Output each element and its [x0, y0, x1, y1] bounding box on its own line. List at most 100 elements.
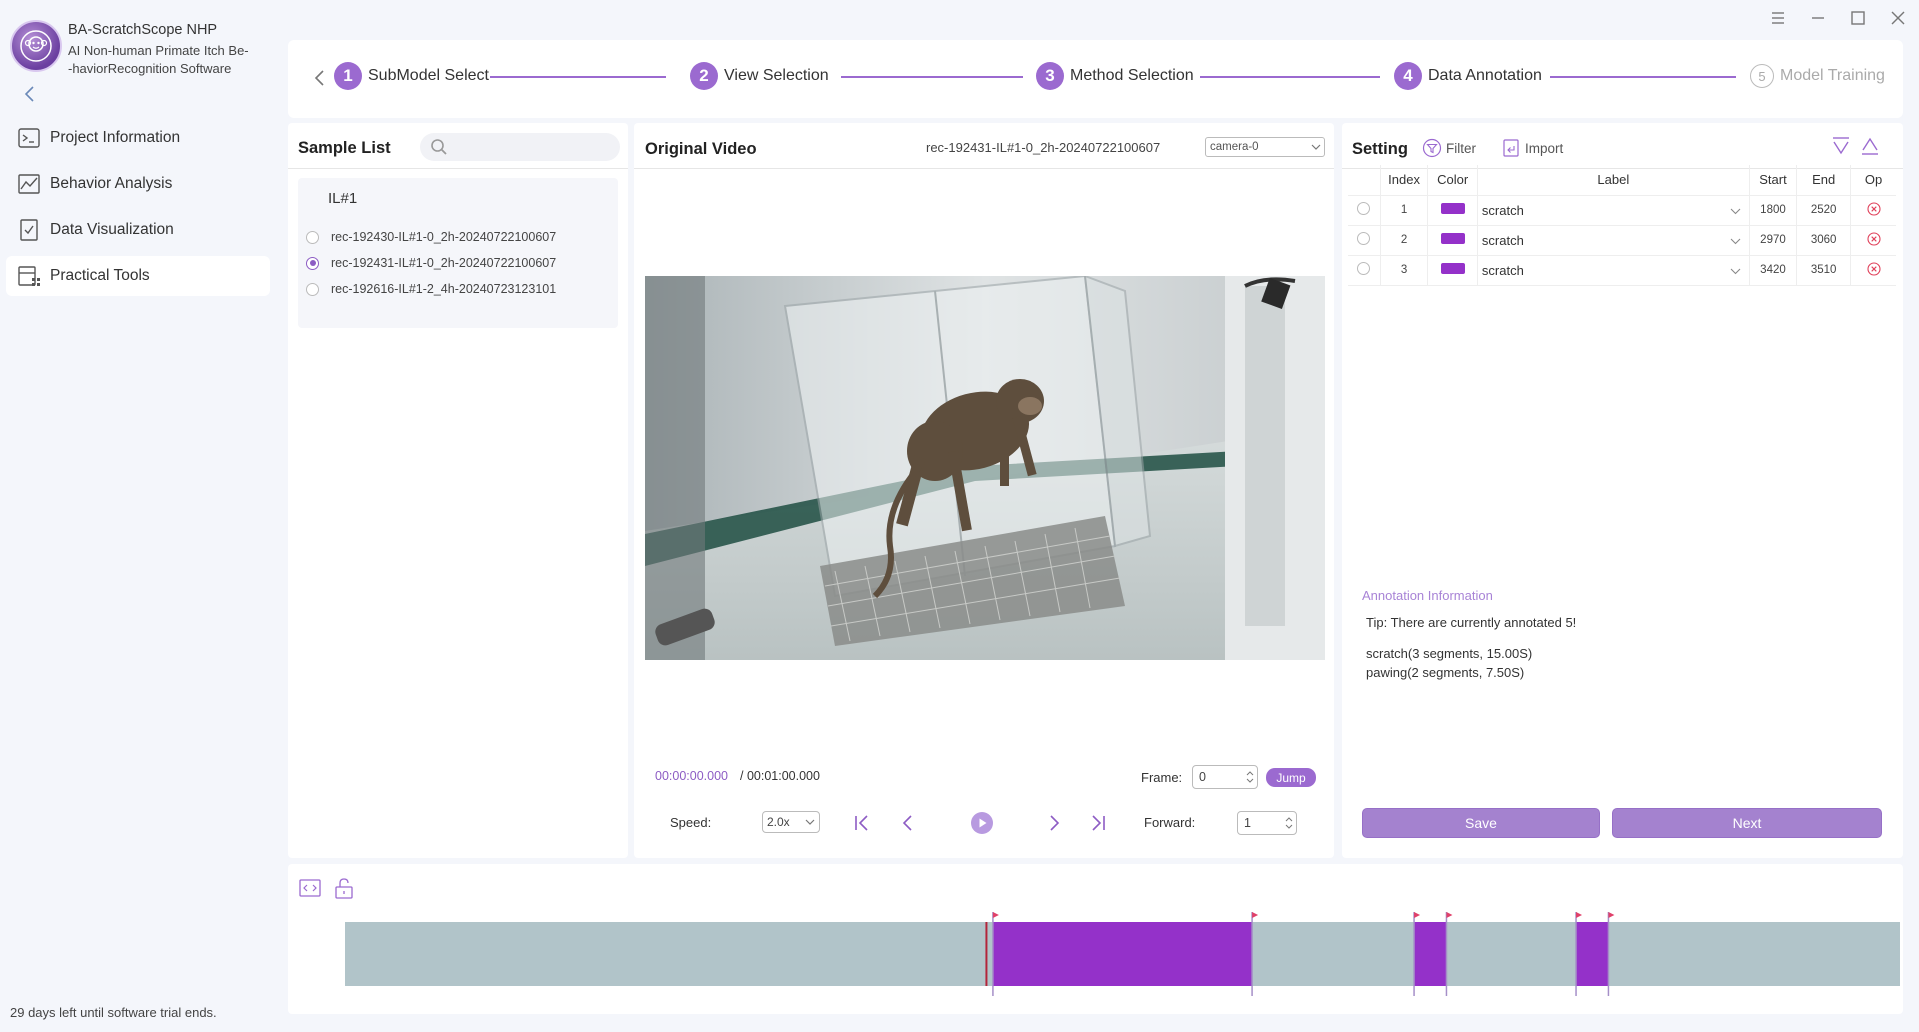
chevron-down-icon [1730, 208, 1741, 214]
tools-icon [18, 266, 40, 286]
delete-icon[interactable] [1867, 201, 1881, 216]
step-view-selection[interactable]: 2 View Selection [690, 62, 829, 90]
collapse-sidebar-icon[interactable] [20, 84, 40, 104]
step-method-selection[interactable]: 3 Method Selection [1036, 62, 1194, 90]
label-select[interactable]: scratch [1476, 195, 1750, 226]
sample-item-selected[interactable]: rec-192431-IL#1-0_2h-20240722100607 [306, 256, 556, 270]
sample-item-label: rec-192430-IL#1-0_2h-20240722100607 [331, 230, 557, 244]
import-button[interactable]: Import [1501, 138, 1563, 158]
sample-radio[interactable] [306, 230, 319, 244]
label-select[interactable]: scratch [1476, 255, 1750, 286]
nav-item-project-information[interactable]: Project Information [6, 118, 270, 158]
speed-select[interactable]: 2.0x [762, 811, 820, 833]
step-number: 2 [690, 62, 718, 90]
stepper-arrows-icon[interactable] [1246, 769, 1254, 785]
frame-input[interactable]: 0 [1192, 765, 1258, 789]
previous-frame-icon[interactable] [896, 811, 920, 835]
delete-icon[interactable] [1867, 261, 1881, 276]
maximize-icon[interactable] [1848, 8, 1868, 28]
annotation-stat: scratch(3 segments, 15.00S) [1366, 646, 1533, 661]
segment-flag-marker[interactable] [992, 912, 999, 918]
table-row[interactable]: 3 scratch 3420 3510 [1348, 255, 1896, 286]
sample-item-label: rec-192431-IL#1-0_2h-20240722100607 [331, 256, 557, 270]
start-cell[interactable]: 2970 [1748, 225, 1797, 256]
stepper-arrows-icon[interactable] [1285, 815, 1293, 831]
color-swatch[interactable] [1440, 203, 1465, 214]
color-cell[interactable] [1427, 225, 1478, 256]
segment-flag-marker[interactable] [1608, 912, 1615, 918]
minimize-icon[interactable] [1808, 8, 1828, 28]
delete-icon[interactable] [1867, 231, 1881, 246]
step-connector [1200, 76, 1380, 78]
video-player[interactable] [645, 276, 1325, 660]
nav-item-practical-tools[interactable]: Practical Tools [6, 256, 270, 296]
step-submodel-select[interactable]: 1 SubModel Select [334, 62, 489, 90]
table-row[interactable]: 2 scratch 2970 3060 [1348, 225, 1896, 256]
sample-item[interactable]: rec-192616-IL#1-2_4h-20240723123101 [306, 282, 556, 296]
column-header-select [1348, 165, 1381, 196]
end-cell[interactable]: 2520 [1796, 195, 1851, 226]
step-number: 1 [334, 62, 362, 90]
sample-group-title[interactable]: IL#1 [328, 190, 357, 207]
timeline-segment[interactable] [992, 922, 1253, 986]
back-arrow-icon[interactable] [308, 66, 332, 90]
color-swatch[interactable] [1440, 263, 1465, 274]
segment-flag-marker[interactable] [1414, 912, 1421, 918]
save-button[interactable]: Save [1362, 808, 1600, 838]
timeline-segment[interactable] [1576, 922, 1609, 986]
sample-search-box[interactable] [420, 133, 620, 161]
next-button[interactable]: Next [1612, 808, 1882, 838]
jump-button[interactable]: Jump [1266, 768, 1316, 787]
delete-cell[interactable] [1850, 255, 1896, 286]
delete-cell[interactable] [1850, 195, 1896, 226]
nav-item-behavior-analysis[interactable]: Behavior Analysis [6, 164, 270, 204]
search-input[interactable] [454, 137, 614, 157]
sample-item[interactable]: rec-192430-IL#1-0_2h-20240722100607 [306, 230, 556, 244]
end-cell[interactable]: 3060 [1796, 225, 1851, 256]
menu-icon[interactable] [1768, 8, 1788, 28]
video-title: Original Video [645, 140, 757, 158]
row-radio[interactable] [1357, 262, 1371, 275]
table-row[interactable]: 1 scratch 1800 2520 [1348, 195, 1896, 226]
camera-select-value: camera-0 [1210, 141, 1259, 153]
sidebar: BA-ScratchScope NHP AI Non-human Primate… [0, 0, 282, 1032]
row-select-cell[interactable] [1348, 255, 1381, 286]
play-icon[interactable] [970, 811, 994, 835]
nav-item-label: Project Information [50, 129, 181, 146]
collapse-down-icon[interactable] [1830, 135, 1852, 157]
start-cell[interactable]: 1800 [1748, 195, 1797, 226]
row-select-cell[interactable] [1348, 225, 1381, 256]
forward-input[interactable]: 1 [1237, 811, 1297, 835]
skip-to-start-icon[interactable] [850, 811, 874, 835]
import-icon [1503, 139, 1519, 157]
step-model-training[interactable]: 5 Model Training [1750, 64, 1885, 88]
segment-flag-marker[interactable] [1446, 912, 1453, 918]
next-frame-icon[interactable] [1042, 811, 1066, 835]
collapse-up-icon[interactable] [1859, 135, 1881, 157]
color-cell[interactable] [1427, 255, 1478, 286]
nav-item-data-visualization[interactable]: Data Visualization [6, 210, 270, 250]
sample-radio[interactable] [306, 282, 319, 296]
skip-to-end-icon[interactable] [1086, 811, 1110, 835]
end-cell[interactable]: 3510 [1796, 255, 1851, 286]
color-swatch[interactable] [1440, 233, 1465, 244]
segment-flag-marker[interactable] [1576, 912, 1583, 918]
column-header: Start [1748, 165, 1797, 196]
color-cell[interactable] [1427, 195, 1478, 226]
close-icon[interactable] [1888, 8, 1908, 28]
label-select[interactable]: scratch [1476, 225, 1750, 256]
speed-label: Speed: [670, 815, 712, 830]
camera-select[interactable]: camera-0 [1205, 137, 1325, 157]
current-time: 00:00:00.000 [655, 769, 728, 783]
timeline-segment[interactable] [1414, 922, 1447, 986]
filter-button[interactable]: Filter [1422, 138, 1476, 158]
timeline-track[interactable] [288, 864, 1903, 1014]
row-radio[interactable] [1357, 232, 1371, 245]
segment-flag-marker[interactable] [1252, 912, 1259, 918]
start-cell[interactable]: 3420 [1748, 255, 1797, 286]
delete-cell[interactable] [1850, 225, 1896, 256]
step-data-annotation[interactable]: 4 Data Annotation [1394, 62, 1542, 90]
sample-radio-checked[interactable] [306, 256, 319, 270]
row-select-cell[interactable] [1348, 195, 1381, 226]
row-radio[interactable] [1357, 202, 1371, 215]
